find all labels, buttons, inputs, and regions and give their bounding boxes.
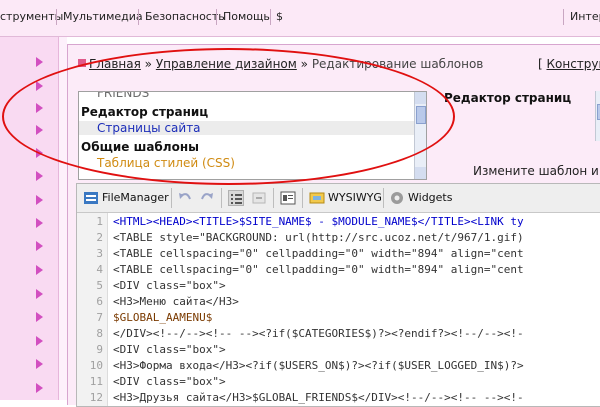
preview-icon[interactable]: [280, 190, 296, 206]
expand-arrow-icon[interactable]: [36, 265, 43, 275]
code-area[interactable]: 1 <HTML><HEAD><TITLE>$SITE_NAME$ - $MODUL…: [77, 213, 600, 406]
menu-item-security[interactable]: Безопасность: [145, 10, 225, 23]
menu-separator: [56, 9, 57, 25]
line-number: 10: [79, 358, 103, 374]
top-menu-bar: струменты Мультимедиа Безопасность Помощ…: [0, 0, 600, 37]
line-number: 7: [79, 310, 103, 326]
editor-section-title: Редактор страниц: [444, 91, 571, 105]
filemanager-icon: [83, 190, 99, 206]
undo-icon[interactable]: [177, 190, 193, 206]
line-number: 11: [79, 374, 103, 390]
toolbar-separator: [383, 188, 384, 208]
menu-item-tools[interactable]: струменты: [0, 10, 63, 23]
line-number: 5: [79, 278, 103, 294]
menu-item-help[interactable]: Помощь: [223, 10, 270, 23]
toolbar-separator: [171, 188, 172, 208]
expand-arrow-icon[interactable]: [36, 57, 43, 67]
menu-item-multimedia[interactable]: Мультимедиа: [63, 10, 143, 23]
code-text: <HTML><HEAD><TITLE>$SITE_NAME$ - $MODULE…: [113, 214, 524, 230]
code-text: <DIV class="box">: [113, 374, 226, 390]
menu-separator: [138, 9, 139, 25]
expand-arrow-icon[interactable]: [36, 383, 43, 393]
hint-text: Измените шаблон и на: [473, 164, 600, 178]
scroll-down-icon[interactable]: [415, 167, 427, 179]
line-number: 8: [79, 326, 103, 342]
code-text: <DIV class="box">: [113, 342, 226, 358]
widgets-button[interactable]: Widgets: [408, 188, 452, 208]
expand-arrow-icon[interactable]: [36, 289, 43, 299]
code-text: <TABLE cellspacing="0" cellpadding="0" w…: [113, 262, 524, 278]
line-number: 1: [79, 214, 103, 230]
side-scrollbar[interactable]: [595, 91, 600, 141]
menu-separator: [563, 9, 564, 25]
code-text: </DIV><!--/--><!-- --><?if($CATEGORIES$)…: [113, 326, 524, 342]
toolbar-separator: [273, 188, 274, 208]
constructor-link[interactable]: Конструкт: [547, 57, 600, 71]
editor-toolbar: FileManager WYSIWYG: [77, 184, 600, 213]
gear-icon: [389, 190, 405, 206]
expand-arrow-icon[interactable]: [36, 336, 43, 346]
menu-item-dollar[interactable]: $: [276, 10, 283, 23]
code-text: <H3>Друзья сайта</H3>$GLOBAL_FRIENDS$</D…: [113, 390, 524, 406]
code-text: <H3>Меню сайта</H3>: [113, 294, 239, 310]
redo-icon[interactable]: [199, 190, 215, 206]
constructor-link-wrap: [ Конструкт: [538, 57, 600, 71]
code-text: $GLOBAL_AAMENU$: [113, 310, 212, 326]
toolbar-separator: [302, 188, 303, 208]
filemanager-button[interactable]: FileManager: [102, 188, 169, 208]
line-number: 4: [79, 262, 103, 278]
line-number: 6: [79, 294, 103, 310]
reindent-icon[interactable]: [251, 190, 267, 206]
expand-arrow-icon[interactable]: [36, 171, 43, 181]
code-text: <TABLE style="BACKGROUND: url(http://src…: [113, 230, 524, 246]
menu-item-internet[interactable]: Интер: [570, 10, 600, 23]
annotation-oval: [2, 48, 455, 185]
expand-arrow-icon[interactable]: [36, 195, 43, 205]
menu-separator: [216, 9, 217, 25]
expand-arrow-icon[interactable]: [36, 241, 43, 251]
line-number: 3: [79, 246, 103, 262]
code-text: <H3>Форма входа</H3><?if($USERS_ON$)?><?…: [113, 358, 524, 374]
line-number: 12: [79, 390, 103, 406]
line-number: 2: [79, 230, 103, 246]
code-editor[interactable]: FileManager WYSIWYG: [76, 183, 600, 407]
code-text: <TABLE cellspacing="0" cellpadding="0" w…: [113, 246, 524, 262]
line-numbers-icon[interactable]: [228, 190, 244, 206]
line-number: 9: [79, 342, 103, 358]
menu-separator: [270, 9, 271, 25]
code-text: <DIV class="box">: [113, 278, 226, 294]
expand-arrow-icon[interactable]: [36, 359, 43, 369]
wysiwyg-button[interactable]: WYSIWYG: [328, 188, 382, 208]
expand-arrow-icon[interactable]: [36, 312, 43, 322]
expand-arrow-icon[interactable]: [36, 218, 43, 228]
toolbar-separator: [221, 188, 222, 208]
wysiwyg-icon: [309, 190, 325, 206]
